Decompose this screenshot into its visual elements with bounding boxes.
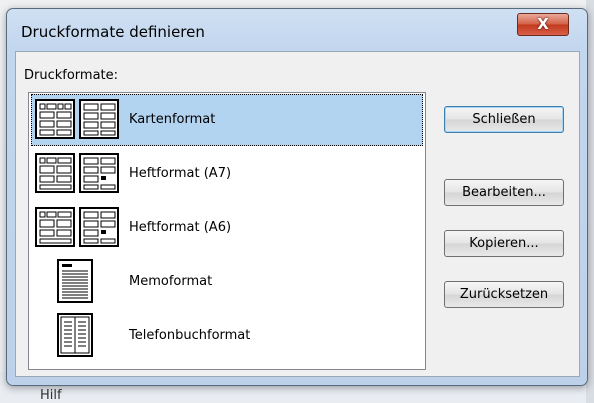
list-item-label: Telefonbuchformat — [129, 328, 251, 343]
memo-style-icon — [57, 259, 93, 303]
card-style-icon — [79, 99, 119, 139]
list-item-label: Memoformat — [129, 274, 213, 289]
booklet-style-icon — [35, 207, 75, 247]
print-styles-label: Druckformate: — [24, 68, 119, 83]
dialog-client-area: Druckformate: Kartenformat Heftformat (A… — [15, 51, 580, 377]
close-window-button[interactable]: X — [517, 13, 569, 36]
card-style-icon — [35, 99, 75, 139]
close-icon: X — [537, 15, 549, 33]
copy-button[interactable]: Kopieren... — [444, 230, 564, 257]
booklet-style-icon — [35, 153, 75, 193]
list-item[interactable]: Heftformat (A7) — [31, 148, 423, 200]
list-item-label: Kartenformat — [129, 112, 216, 127]
reset-button[interactable]: Zurücksetzen — [444, 281, 564, 308]
dialog-title: Druckformate definieren — [21, 23, 205, 41]
list-item[interactable]: Telefonbuchformat — [31, 310, 423, 362]
close-button[interactable]: Schließen — [444, 106, 564, 133]
booklet-style-icon — [79, 153, 119, 193]
edit-button[interactable]: Bearbeiten... — [444, 179, 564, 206]
list-item-label: Heftformat (A6) — [129, 220, 232, 235]
print-styles-list[interactable]: Kartenformat Heftformat (A7) Heftformat … — [28, 92, 426, 370]
dialog-window: Druckformate definieren X Druckformate: — [6, 8, 588, 386]
list-item[interactable]: Heftformat (A6) — [31, 202, 423, 254]
list-item[interactable]: Memoformat — [31, 256, 423, 308]
phone-directory-style-icon — [57, 313, 93, 357]
background-text: Hilf — [40, 388, 62, 403]
list-item-label: Heftformat (A7) — [129, 166, 232, 181]
list-item[interactable]: Kartenformat — [31, 94, 423, 146]
booklet-style-icon — [79, 207, 119, 247]
